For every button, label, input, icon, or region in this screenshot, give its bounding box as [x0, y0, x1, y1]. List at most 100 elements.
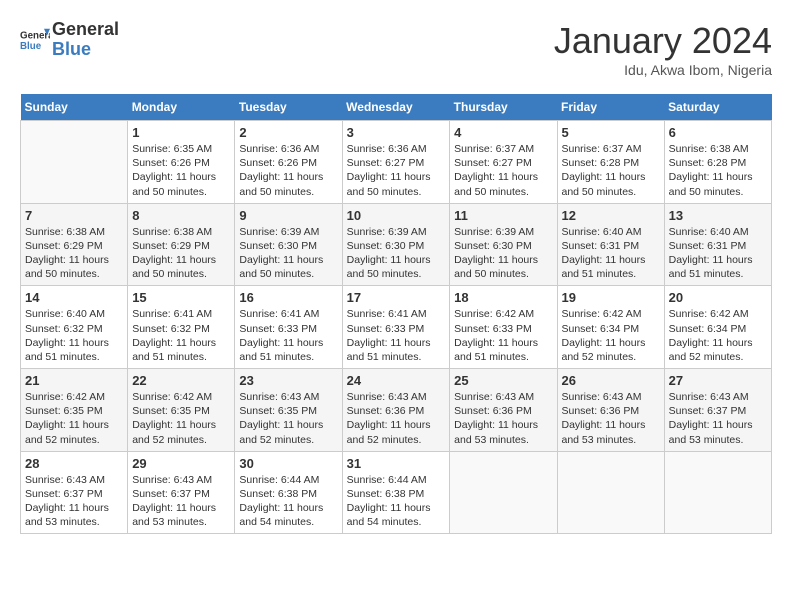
sunrise-label: Sunrise: 6:41 AM [347, 308, 427, 320]
sunset-label: Sunset: 6:36 PM [454, 405, 532, 417]
logo-icon: General Blue [20, 25, 50, 55]
calendar-cell: 15Sunrise: 6:41 AMSunset: 6:32 PMDayligh… [128, 286, 235, 369]
day-info: Sunrise: 6:38 AMSunset: 6:29 PMDaylight:… [25, 225, 123, 282]
svg-text:Blue: Blue [20, 41, 42, 52]
day-info: Sunrise: 6:36 AMSunset: 6:27 PMDaylight:… [347, 142, 446, 199]
sunset-label: Sunset: 6:27 PM [347, 157, 425, 169]
day-number: 8 [132, 208, 230, 223]
daylight-label: Daylight: 11 hours and 51 minutes. [454, 337, 538, 363]
daylight-label: Daylight: 11 hours and 50 minutes. [132, 254, 216, 280]
daylight-label: Daylight: 11 hours and 50 minutes. [669, 171, 753, 197]
sunset-label: Sunset: 6:34 PM [669, 323, 747, 335]
calendar-week-row: 21Sunrise: 6:42 AMSunset: 6:35 PMDayligh… [21, 369, 772, 452]
sunset-label: Sunset: 6:29 PM [132, 240, 210, 252]
daylight-label: Daylight: 11 hours and 50 minutes. [239, 254, 323, 280]
sunset-label: Sunset: 6:28 PM [562, 157, 640, 169]
daylight-label: Daylight: 11 hours and 53 minutes. [562, 419, 646, 445]
day-header-saturday: Saturday [664, 94, 771, 121]
calendar-cell: 16 Sunrise: 6:41 AMSunset: 6:33 PMDayligh… [235, 286, 342, 369]
day-info: Sunrise: 6:40 AMSunset: 6:31 PMDaylight:… [669, 225, 767, 282]
day-info: Sunrise: 6:41 AMSunset: 6:32 PMDaylight:… [132, 307, 230, 364]
day-info: Sunrise: 6:43 AMSunset: 6:36 PMDaylight:… [347, 390, 446, 447]
day-number: 19 [562, 290, 660, 305]
day-number: 10 [347, 208, 446, 223]
sunset-label: Sunset: 6:31 PM [669, 240, 747, 252]
day-number: 12 [562, 208, 660, 223]
sunset-label: Sunset: 6:34 PM [562, 323, 640, 335]
daylight-label: Daylight: 11 hours and 53 minutes. [132, 502, 216, 528]
sunrise-label: Sunrise: 6:44 AM [239, 474, 319, 486]
sunrise-label: Sunrise: 6:38 AM [132, 226, 212, 238]
day-info: Sunrise: 6:38 AMSunset: 6:28 PMDaylight:… [669, 142, 767, 199]
calendar-cell: 22Sunrise: 6:42 AMSunset: 6:35 PMDayligh… [128, 369, 235, 452]
daylight-label: Daylight: 11 hours and 52 minutes. [132, 419, 216, 445]
daylight-label: Daylight: 11 hours and 51 minutes. [562, 254, 646, 280]
day-info: Sunrise: 6:41 AMSunset: 6:33 PMDaylight:… [347, 307, 446, 364]
day-info: Sunrise: 6:42 AMSunset: 6:34 PMDaylight:… [669, 307, 767, 364]
sunrise-label: Sunrise: 6:43 AM [25, 474, 105, 486]
logo-blue: Blue [52, 40, 119, 60]
day-info: Sunrise: 6:38 AM Sunset: 6:29 PM Daylight:… [132, 225, 230, 282]
day-number: 30 [239, 456, 337, 471]
day-info: Sunrise: 6:43 AMSunset: 6:37 PMDaylight:… [25, 473, 123, 530]
sunrise-label: Sunrise: 6:43 AM [562, 391, 642, 403]
daylight-label: Daylight: 11 hours and 53 minutes. [454, 419, 538, 445]
sunrise-label: Sunrise: 6:38 AM [669, 143, 749, 155]
calendar-cell: 7Sunrise: 6:38 AMSunset: 6:29 PMDaylight… [21, 203, 128, 286]
day-info: Sunrise: 6:43 AMSunset: 6:35 PMDaylight:… [239, 390, 337, 447]
calendar-cell: 20Sunrise: 6:42 AMSunset: 6:34 PMDayligh… [664, 286, 771, 369]
daylight-label: Daylight: 11 hours and 54 minutes. [347, 502, 431, 528]
day-info: Sunrise: 6:44 AMSunset: 6:38 PMDaylight:… [347, 473, 446, 530]
daylight-label: Daylight: 11 hours and 52 minutes. [347, 419, 431, 445]
calendar-cell: 13Sunrise: 6:40 AMSunset: 6:31 PMDayligh… [664, 203, 771, 286]
daylight-label: Daylight: 11 hours and 50 minutes. [132, 171, 216, 197]
calendar-header-row: SundayMondayTuesdayWednesdayThursdayFrid… [21, 94, 772, 121]
day-header-friday: Friday [557, 94, 664, 121]
daylight-label: Daylight: 11 hours and 51 minutes. [132, 337, 216, 363]
sunrise-label: Sunrise: 6:41 AM [132, 308, 212, 320]
day-number: 27 [669, 373, 767, 388]
calendar-cell: 2Sunrise: 6:36 AMSunset: 6:26 PMDaylight… [235, 121, 342, 204]
calendar-cell: 26Sunrise: 6:43 AMSunset: 6:36 PMDayligh… [557, 369, 664, 452]
sunset-label: Sunset: 6:33 PM [239, 323, 317, 335]
calendar-week-row: 28 Sunrise: 6:43 AMSunset: 6:37 PMDayligh… [21, 451, 772, 534]
calendar-cell: 14Sunrise: 6:40 AMSunset: 6:32 PMDayligh… [21, 286, 128, 369]
sunrise-label: Sunrise: 6:42 AM [25, 391, 105, 403]
sunset-label: Sunset: 6:35 PM [132, 405, 210, 417]
sunrise-label: Sunrise: 6:36 AM [239, 143, 319, 155]
sunset-label: Sunset: 6:36 PM [562, 405, 640, 417]
calendar-cell [450, 451, 557, 534]
calendar-cell: 8 Sunrise: 6:38 AM Sunset: 6:29 PM Daylight… [128, 203, 235, 286]
day-number: 28 [25, 456, 123, 471]
title-area: January 2024 Idu, Akwa Ibom, Nigeria [554, 20, 772, 78]
calendar-cell [21, 121, 128, 204]
day-info: Sunrise: 6:41 AMSunset: 6:33 PMDaylight:… [239, 307, 337, 364]
sunrise-label: Sunrise: 6:36 AM [347, 143, 427, 155]
location: Idu, Akwa Ibom, Nigeria [554, 62, 772, 78]
day-number: 18 [454, 290, 552, 305]
calendar-cell [557, 451, 664, 534]
sunset-label: Sunset: 6:30 PM [347, 240, 425, 252]
calendar-cell: 11Sunrise: 6:39 AMSunset: 6:30 PMDayligh… [450, 203, 557, 286]
calendar-cell: 31Sunrise: 6:44 AMSunset: 6:38 PMDayligh… [342, 451, 450, 534]
calendar-cell: 17Sunrise: 6:41 AMSunset: 6:33 PMDayligh… [342, 286, 450, 369]
day-number: 5 [562, 125, 660, 140]
sunrise-label: Sunrise: 6:38 AM [25, 226, 105, 238]
sunrise-label: Sunrise: 6:37 AM [454, 143, 534, 155]
calendar-cell: 5 Sunrise: 6:37 AMSunset: 6:28 PMDaylight… [557, 121, 664, 204]
daylight-label: Daylight: 11 hours and 51 minutes. [25, 337, 109, 363]
day-number: 14 [25, 290, 123, 305]
calendar-cell: 9Sunrise: 6:39 AMSunset: 6:30 PMDaylight… [235, 203, 342, 286]
daylight-label: Daylight: 11 hours and 50 minutes. [347, 254, 431, 280]
day-info: Sunrise: 6:37 AMSunset: 6:28 PMDaylight:… [562, 142, 660, 199]
sunset-label: Sunset: 6:26 PM [132, 157, 210, 169]
calendar-cell: 10Sunrise: 6:39 AMSunset: 6:30 PMDayligh… [342, 203, 450, 286]
calendar-table: SundayMondayTuesdayWednesdayThursdayFrid… [20, 94, 772, 534]
day-info: Sunrise: 6:39 AMSunset: 6:30 PMDaylight:… [454, 225, 552, 282]
day-number: 16 [239, 290, 337, 305]
sunset-label: Sunset: 6:38 PM [347, 488, 425, 500]
sunset-label: Sunset: 6:33 PM [347, 323, 425, 335]
calendar-cell: 3Sunrise: 6:36 AMSunset: 6:27 PMDaylight… [342, 121, 450, 204]
calendar-cell: 25Sunrise: 6:43 AMSunset: 6:36 PMDayligh… [450, 369, 557, 452]
sunrise-label: Sunrise: 6:42 AM [132, 391, 212, 403]
